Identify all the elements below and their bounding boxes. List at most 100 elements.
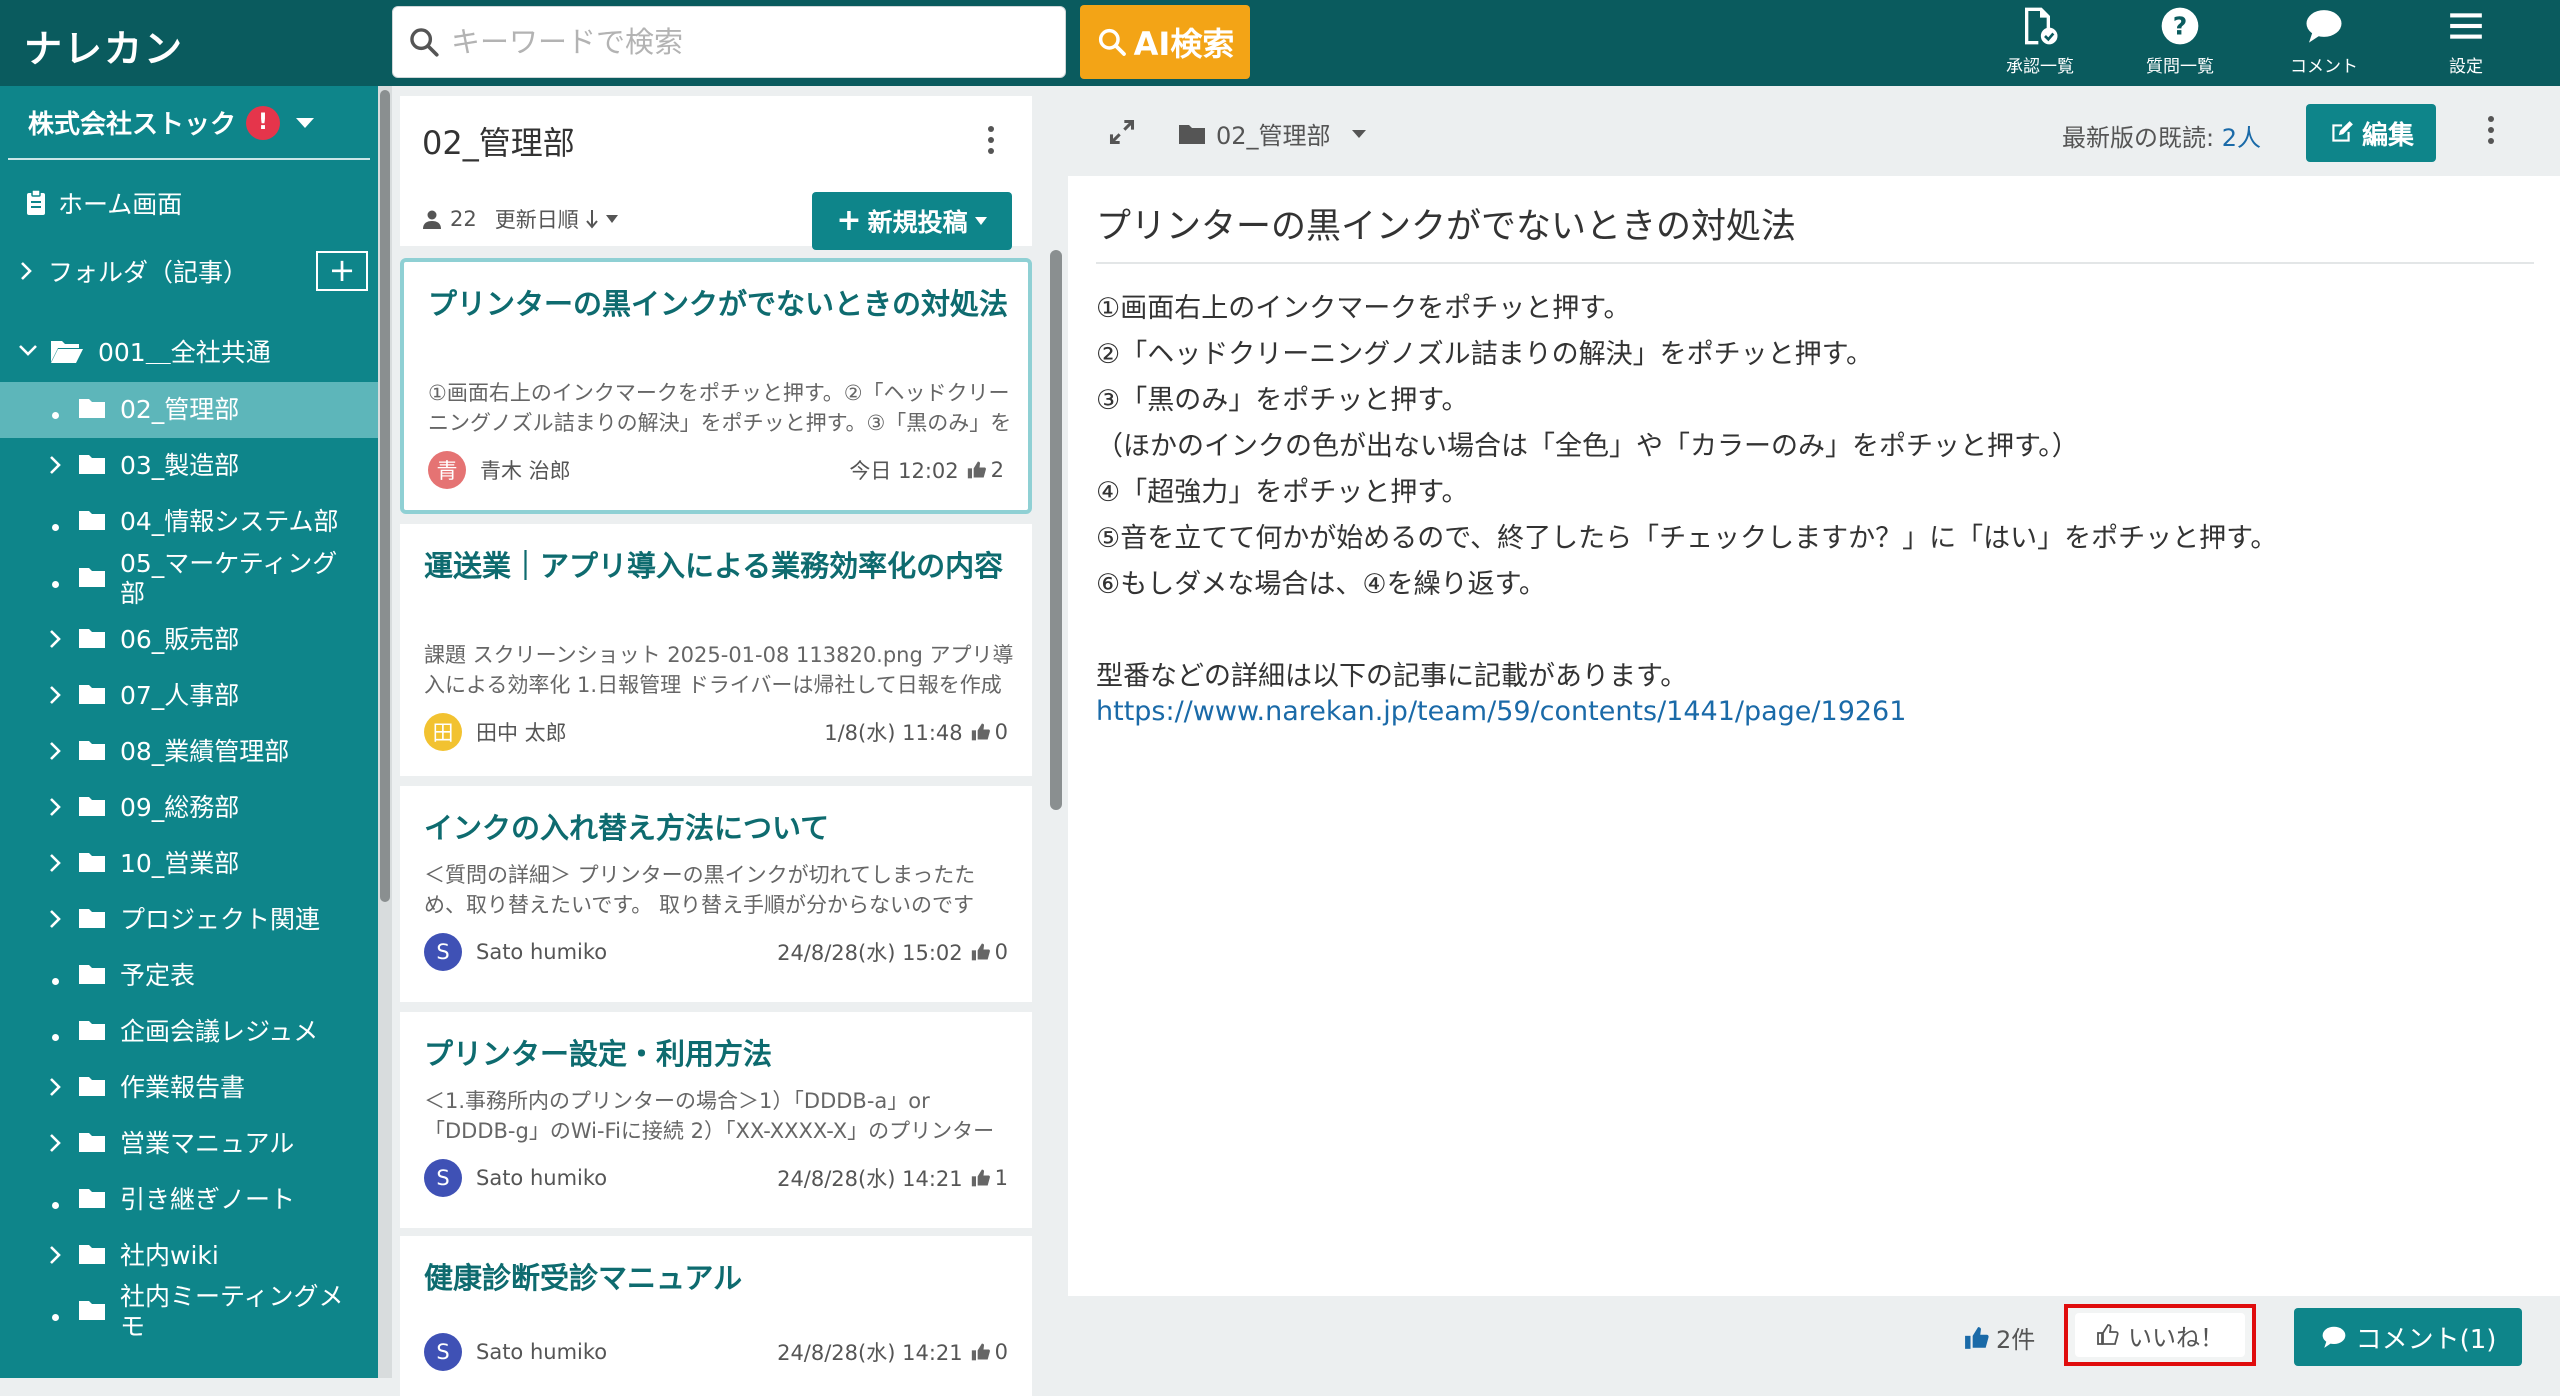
article-card[interactable]: インクの入れ替え方法について ＜質問の詳細＞ プリンターの黒インクが切れてしまった… — [400, 786, 1032, 1002]
svg-text:?: ? — [2173, 11, 2188, 40]
sidebar-item[interactable]: 予定表 — [0, 948, 378, 1004]
folder-open-icon — [51, 341, 83, 363]
expand-icon[interactable] — [1108, 118, 1136, 146]
article-date: 24/8/28(水) 15:02 — [777, 941, 963, 965]
folder-breadcrumb[interactable]: 02_管理部 — [1178, 116, 1367, 151]
sidebar-item-label: 02_管理部 — [120, 395, 240, 424]
ai-search-button[interactable]: AI検索 — [1080, 5, 1250, 79]
sidebar-item-label: 営業マニュアル — [120, 1129, 295, 1158]
like-button-highlight: いいね！ — [2064, 1304, 2256, 1366]
edit-button[interactable]: 編集 — [2306, 104, 2436, 162]
sidebar-root-folder[interactable]: 001＿全社共通 — [0, 326, 378, 376]
add-folder-button[interactable]: + — [316, 251, 368, 291]
article-date: 1/8(水) 11:48 — [824, 721, 963, 745]
comment-icon — [2306, 10, 2342, 43]
caret-down-icon — [296, 117, 315, 128]
article-author: Sato humiko — [476, 1340, 608, 1364]
article-card-footer: 青青木 治郎 今日 12:02 2 — [428, 450, 1004, 490]
sidebar-item[interactable]: 08_業績管理部 — [0, 724, 378, 780]
article-likes: 2 — [990, 458, 1004, 482]
nav-question-label: 質問一覧 — [2146, 57, 2214, 77]
article-author: Sato humiko — [476, 1166, 608, 1190]
bullet-icon — [44, 1018, 66, 1047]
sidebar-home[interactable]: ホーム画面 — [0, 178, 378, 228]
article-card[interactable]: プリンター設定・利用方法 ＜1.事務所内のプリンターの場合＞1）「DDDB-a」o… — [400, 1012, 1032, 1228]
read-status[interactable]: 最新版の既読: 2人 — [2062, 118, 2261, 153]
new-post-button[interactable]: + 新規投稿 — [812, 192, 1012, 250]
sidebar-item-label: 引き継ぎノート — [120, 1185, 296, 1214]
article-card-title[interactable]: 健康診断受診マニュアル — [424, 1258, 1004, 1298]
article-card-title[interactable]: プリンターの黒インクがでないときの対処法 — [428, 284, 1008, 324]
sidebar-item[interactable]: 07_人事部 — [0, 668, 378, 724]
sidebar-item[interactable]: 03_製造部 — [0, 438, 378, 494]
ai-search-label: AI検索 — [1133, 25, 1235, 63]
sidebar-item[interactable]: 04_情報システム部 — [0, 494, 378, 550]
folder-icon — [78, 1242, 106, 1271]
nav-question-list[interactable]: ? 質問一覧 — [2120, 6, 2240, 82]
article-card-excerpt: ＜1.事務所内のプリンターの場合＞1）「DDDB-a」or「DDDB-g」のWi… — [424, 1089, 995, 1143]
article-card[interactable]: プリンターの黒インクがでないときの対処法 ①画面右上のインクマークをポチッと押す。… — [400, 258, 1032, 514]
sidebar-item-label: 05_マーケティング部 — [120, 549, 338, 608]
sidebar-scroll-thumb[interactable] — [380, 90, 390, 902]
chevron-right-icon — [44, 906, 66, 935]
sidebar-item[interactable]: プロジェクト関連 — [0, 892, 378, 948]
sidebar-scrollbar[interactable] — [378, 86, 392, 1378]
sidebar-item[interactable]: 企画会議レジュメ — [0, 1004, 378, 1060]
sidebar-root-label: 001＿全社共通 — [98, 338, 271, 367]
nav-approval-list[interactable]: 承認一覧 — [1980, 6, 2100, 82]
sidebar-item[interactable]: 社内wiki — [0, 1228, 378, 1284]
like-count[interactable]: 2件 — [1964, 1320, 2035, 1355]
sidebar-item-label: 04_情報システム部 — [120, 507, 339, 536]
title-divider — [1096, 262, 2534, 264]
search-input[interactable] — [449, 19, 1039, 65]
article-card-title[interactable]: プリンター設定・利用方法 — [424, 1034, 1004, 1074]
nav-settings[interactable]: 設定 — [2406, 6, 2526, 82]
sidebar-item[interactable]: 09_総務部 — [0, 780, 378, 836]
sidebar-item[interactable]: 02_管理部 — [0, 382, 378, 438]
nav-settings-label: 設定 — [2449, 57, 2483, 77]
sidebar-item[interactable]: 06_販売部 — [0, 612, 378, 668]
article-card[interactable]: 運送業｜アプリ導入による業務効率化の内容課題 スクリーンショット 2025-01… — [400, 524, 1032, 776]
chevron-right-icon — [44, 1074, 66, 1103]
sidebar-item-label: プロジェクト関連 — [120, 905, 321, 934]
chevron-down-icon — [19, 345, 37, 356]
bullet-icon — [44, 962, 66, 991]
like-button[interactable]: いいね！ — [2075, 1313, 2245, 1357]
app-logo[interactable]: ナレカン — [24, 18, 184, 73]
sidebar-item-label: 企画会議レジュメ — [120, 1017, 319, 1046]
sort-dropdown[interactable]: 更新日順 — [495, 204, 619, 234]
article-card[interactable]: 健康診断受診マニュアル S Sato humiko 24/8/28(水) 14:21 0 — [400, 1236, 1032, 1396]
folder-icon — [78, 962, 106, 991]
article-card-title[interactable]: 運送業｜アプリ導入による業務効率化の内容 — [424, 546, 1004, 586]
list-more-icon[interactable] — [988, 126, 994, 159]
chevron-right-icon — [44, 738, 66, 767]
article-date: 24/8/28(水) 14:21 — [777, 1167, 963, 1191]
list-scrollbar[interactable] — [1050, 250, 1062, 810]
article-card-excerpt: 課題 スクリーンショット 2025-01-08 113820.png アプリ導入… — [424, 643, 1014, 697]
arrow-down-icon — [585, 210, 598, 229]
detail-footer: 2件 いいね！ コメント(1) — [1068, 1296, 2560, 1378]
edit-label: 編集 — [2361, 120, 2414, 151]
article-likes: 1 — [994, 1166, 1008, 1190]
article-link[interactable]: https://www.narekan.jp/team/59/contents/… — [1096, 696, 1906, 727]
readers-count[interactable]: 2人 — [2222, 124, 2261, 152]
company-switcher[interactable]: 株式会社ストック ! — [28, 104, 315, 141]
nav-comment[interactable]: コメント — [2264, 6, 2384, 82]
chevron-right-icon — [44, 452, 66, 481]
sidebar-item[interactable]: 10_営業部 — [0, 836, 378, 892]
chevron-right-icon — [44, 1130, 66, 1159]
folder-icon — [78, 1186, 106, 1215]
article-card-footer: S Sato humiko 24/8/28(水) 15:02 0 — [424, 932, 1008, 972]
sidebar-item[interactable]: 営業マニュアル — [0, 1116, 378, 1172]
folder-icon — [78, 452, 106, 481]
detail-more-icon[interactable] — [2488, 116, 2494, 149]
folder-icon — [78, 396, 106, 425]
sidebar-item[interactable]: 作業報告書 — [0, 1060, 378, 1116]
sidebar-item[interactable]: 引き継ぎノート — [0, 1172, 378, 1228]
search-box[interactable] — [392, 6, 1066, 78]
sidebar-item[interactable]: 05_マーケティング部 — [0, 544, 378, 614]
article-list-panel: 02_管理部 22 更新日順 + 新規投稿 プリンターの黒インクがでないときの対… — [392, 86, 1052, 1396]
sidebar-item[interactable]: 社内ミーティングメモ — [0, 1282, 378, 1341]
article-card-title[interactable]: インクの入れ替え方法について — [424, 808, 1004, 848]
comment-button[interactable]: コメント(1) — [2294, 1308, 2522, 1366]
